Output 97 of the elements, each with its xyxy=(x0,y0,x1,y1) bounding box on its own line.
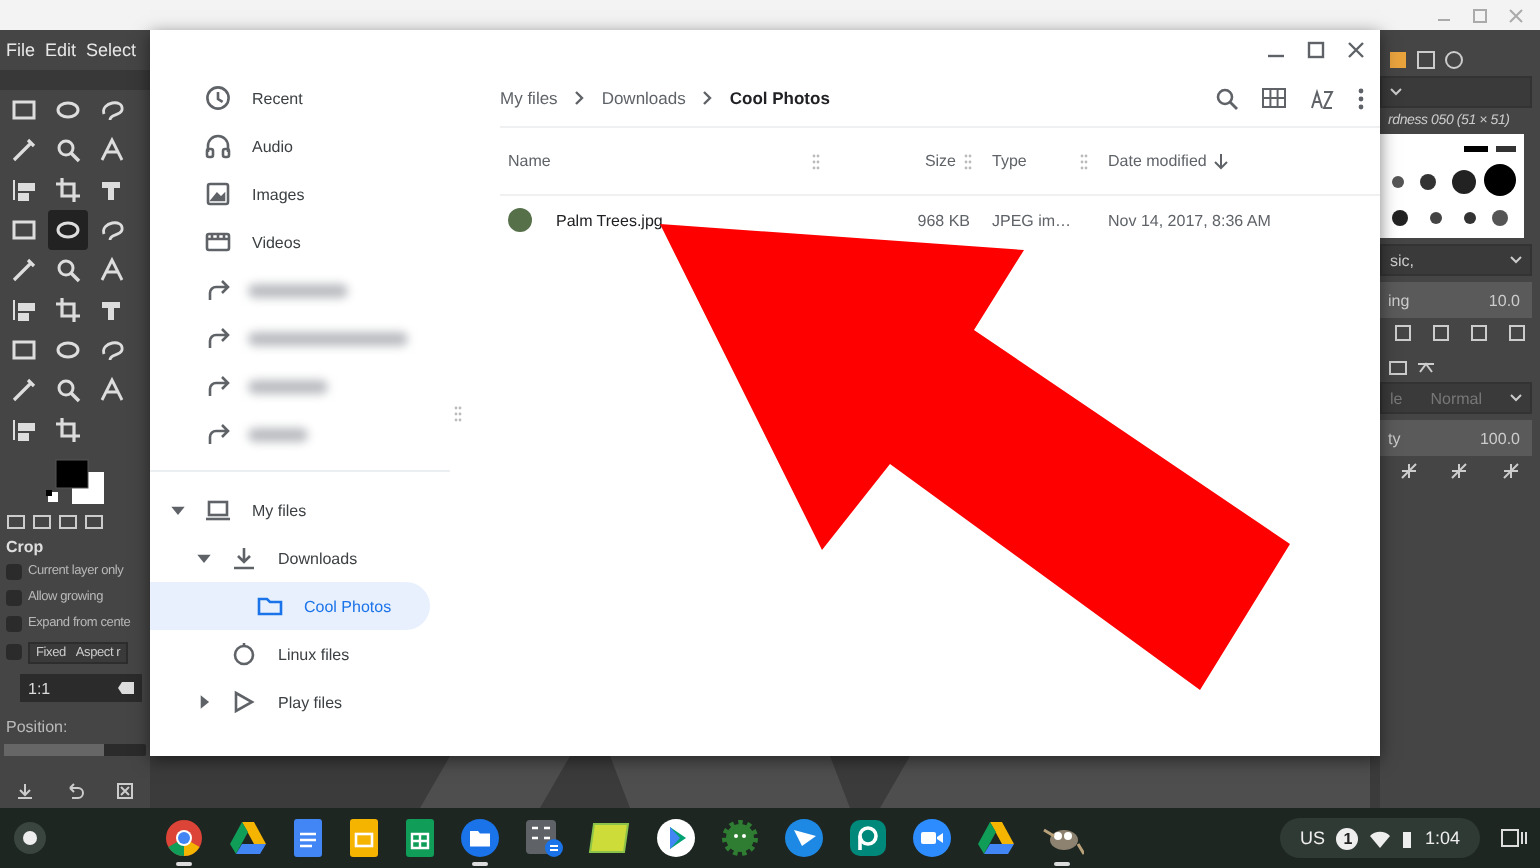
tool-icon xyxy=(52,414,84,446)
play-icon xyxy=(230,688,258,716)
breadcrumb-item[interactable]: Cool Photos xyxy=(729,88,830,108)
blurred-label xyxy=(248,427,308,441)
brush-grid-drawing[interactable] xyxy=(1380,134,1524,238)
column-header[interactable]: Date modified xyxy=(1108,152,1229,170)
sidebar-item[interactable]: Recent xyxy=(150,74,430,122)
type-cell-text: JPEG im… xyxy=(990,209,1074,233)
menu-item[interactable]: File xyxy=(6,40,36,60)
opacity-field[interactable]: ty 100.0 xyxy=(1380,420,1532,456)
menu-item[interactable]: Edit xyxy=(45,40,77,60)
curved-arrow-icon xyxy=(204,276,232,304)
column-header[interactable]: Name xyxy=(508,152,551,170)
notification-badge: 1 xyxy=(1336,827,1359,849)
tool-icon xyxy=(8,294,40,326)
chevron-right-icon xyxy=(573,90,586,106)
tool-icon xyxy=(52,134,84,166)
tab-icon[interactable] xyxy=(1388,50,1408,70)
resize-handle-icon[interactable] xyxy=(964,153,972,169)
maximize-icon[interactable] xyxy=(1306,40,1326,60)
headphones-icon xyxy=(204,132,232,160)
tab-icon[interactable] xyxy=(1416,360,1436,376)
more-options-icon[interactable] xyxy=(1358,87,1364,109)
sidebar-item[interactable]: My files xyxy=(150,486,430,534)
search-icon[interactable] xyxy=(1216,87,1238,109)
curved-arrow-icon xyxy=(204,372,232,400)
overview-icon[interactable] xyxy=(1500,828,1528,848)
scrollbar[interactable] xyxy=(4,744,146,756)
tool-icon xyxy=(52,254,84,286)
menu-item[interactable]: Select xyxy=(86,40,137,60)
sidebar-item[interactable]: Audio xyxy=(150,122,430,170)
close-icon[interactable] xyxy=(1346,40,1366,60)
clear-icon xyxy=(118,682,134,694)
laptop-icon xyxy=(204,496,232,524)
folder-icon xyxy=(256,592,284,620)
launcher-icon[interactable] xyxy=(12,820,48,856)
undo-icon[interactable] xyxy=(66,781,84,799)
tool-icon xyxy=(8,414,40,446)
tool-icon xyxy=(52,174,84,206)
status-tray[interactable]: US 1 1:04 xyxy=(1279,818,1480,858)
tool-icon xyxy=(8,254,40,286)
chevron-right-icon xyxy=(701,90,714,106)
sort-icon[interactable] xyxy=(1310,87,1334,109)
sidebar-item[interactable]: Cool Photos xyxy=(150,582,430,630)
chevron-down-icon xyxy=(1390,88,1402,96)
tool-icon xyxy=(96,134,128,166)
sidebar-item[interactable]: Videos xyxy=(150,218,430,266)
tool-icon xyxy=(96,374,128,406)
ratio-field[interactable]: 1:1 xyxy=(20,674,142,702)
tool-icon xyxy=(8,174,40,206)
tab-icon[interactable] xyxy=(1388,360,1408,376)
grid-view-icon[interactable] xyxy=(1262,88,1286,108)
preset-dropdown[interactable]: sic, xyxy=(1380,244,1532,276)
download-icon xyxy=(230,544,258,572)
tool-icon xyxy=(52,374,84,406)
panel-title: Crop xyxy=(4,535,46,558)
resize-handle-icon[interactable] xyxy=(454,405,462,421)
chevron-down-icon xyxy=(1509,394,1522,402)
date-cell-text: Nov 14, 2017, 8:36 AM xyxy=(1106,209,1273,233)
resize-handle-icon[interactable] xyxy=(1080,153,1088,169)
size-cell-text: 968 KB xyxy=(915,209,972,233)
blurred-label xyxy=(248,283,348,297)
resize-handle-icon[interactable] xyxy=(812,153,820,169)
checkbox[interactable] xyxy=(6,644,22,660)
keyboard-layout: US xyxy=(1299,828,1325,848)
sidebar-item[interactable]: Downloads xyxy=(150,534,430,582)
sidebar-item[interactable]: Play files xyxy=(150,678,430,726)
tool-icon xyxy=(96,254,128,286)
blurred-label xyxy=(248,379,328,393)
checkbox[interactable] xyxy=(6,615,22,631)
checkbox[interactable] xyxy=(6,589,22,605)
curved-arrow-icon xyxy=(204,420,232,448)
tool-icon xyxy=(8,374,40,406)
file-name-cell[interactable]: Palm Trees.jpg xyxy=(500,196,836,244)
save-icon[interactable] xyxy=(16,781,34,799)
position-label: Position: xyxy=(4,716,70,736)
tool-button[interactable] xyxy=(48,210,88,250)
checkbox[interactable] xyxy=(6,563,22,579)
battery-icon xyxy=(1402,829,1413,847)
color-swatches-icon[interactable] xyxy=(45,454,105,506)
curved-arrow-icon xyxy=(204,324,232,352)
tool-icon xyxy=(8,134,40,166)
photo-thumbnail xyxy=(508,208,532,232)
tool-icon xyxy=(52,294,84,326)
wifi-icon xyxy=(1370,829,1391,847)
clock-time: 1:04 xyxy=(1424,828,1460,848)
sidebar-item[interactable]: Images xyxy=(150,170,430,218)
breadcrumb-item[interactable]: Downloads xyxy=(601,88,686,108)
column-header[interactable]: Type xyxy=(992,152,1027,170)
clock-icon xyxy=(204,84,232,112)
sidebar-item[interactable]: Linux files xyxy=(150,630,430,678)
column-header[interactable]: Size xyxy=(924,152,956,170)
breadcrumb-item[interactable]: My files xyxy=(500,88,558,108)
chevron-down-icon xyxy=(1510,256,1522,264)
spacing-field[interactable]: ing 10.0 xyxy=(1380,282,1532,318)
sort-down-arrow-icon[interactable] xyxy=(1214,153,1229,169)
film-icon xyxy=(204,228,232,256)
